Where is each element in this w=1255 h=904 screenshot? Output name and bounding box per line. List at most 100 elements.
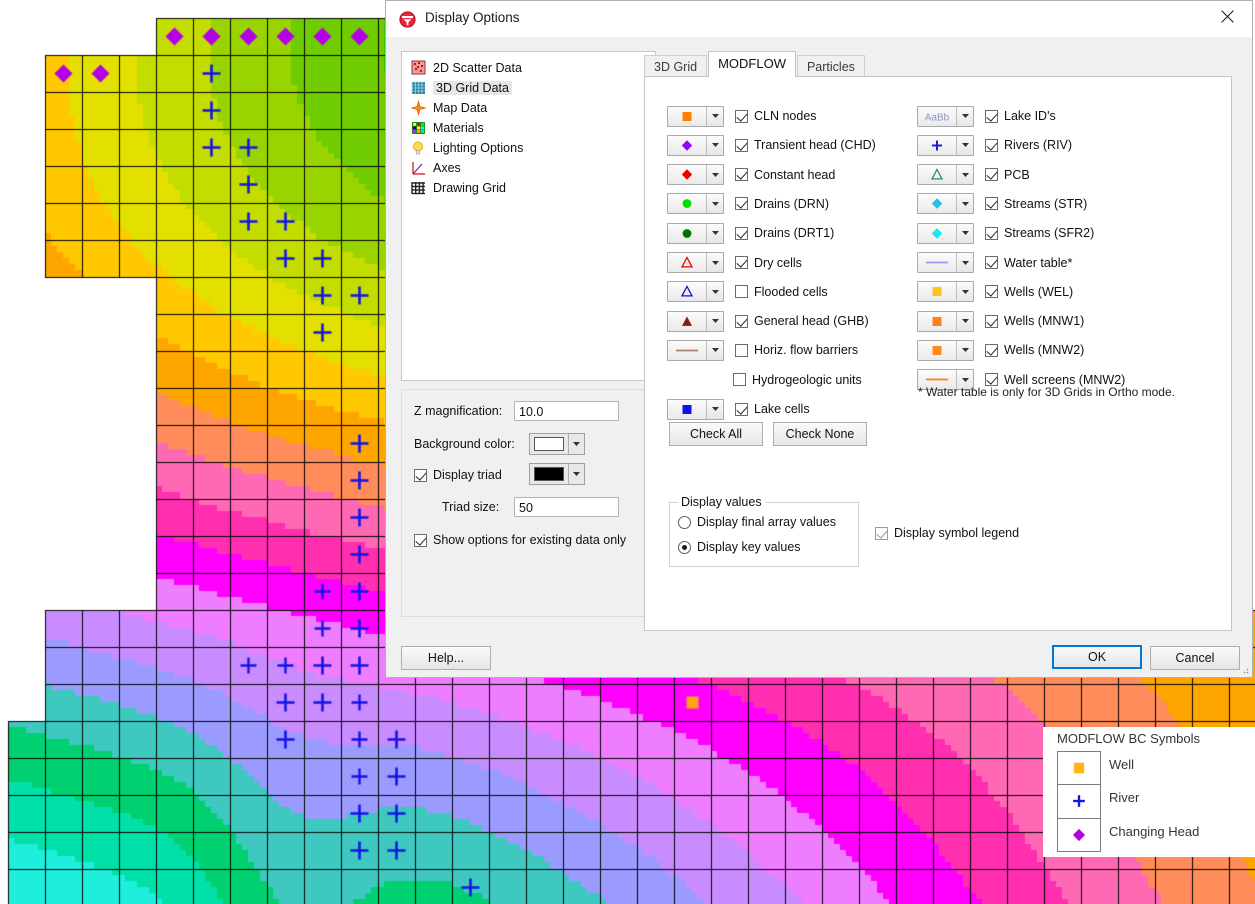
checkbox-box[interactable]	[735, 110, 748, 123]
chevron-down-icon[interactable]	[956, 194, 973, 213]
symbol-button-water-table[interactable]	[917, 252, 974, 273]
checkbox-box[interactable]	[985, 110, 998, 123]
chevron-down-icon[interactable]	[956, 282, 973, 301]
background-color-picker[interactable]	[529, 433, 585, 455]
symbol-button-horiz-flow-barriers[interactable]	[667, 340, 724, 361]
checkbox-dry-cells[interactable]: Dry cells	[735, 256, 802, 270]
symbol-button-dry-cells[interactable]	[667, 252, 724, 273]
display-key-values-radio[interactable]	[678, 541, 691, 554]
checkbox-box[interactable]	[985, 168, 998, 181]
sidebar-item-map-data[interactable]: Map Data	[402, 98, 655, 118]
checkbox-box[interactable]	[733, 373, 746, 386]
checkbox-lake-id-s[interactable]: Lake ID's	[985, 109, 1056, 123]
checkbox-wells-mnw1[interactable]: Wells (MNW1)	[985, 314, 1084, 328]
show-existing-data-checkbox[interactable]	[414, 534, 427, 547]
checkbox-box[interactable]	[985, 315, 998, 328]
checkbox-box[interactable]	[985, 139, 998, 152]
chevron-down-icon[interactable]	[568, 464, 584, 484]
checkbox-box[interactable]	[735, 139, 748, 152]
chevron-down-icon[interactable]	[706, 341, 723, 360]
chevron-down-icon[interactable]	[956, 341, 973, 360]
checkbox-transient-head-chd[interactable]: Transient head (CHD)	[735, 138, 876, 152]
symbol-button-flooded-cells[interactable]	[667, 281, 724, 302]
tab-strip[interactable]: 3D GridMODFLOWParticles	[644, 51, 866, 77]
checkbox-box[interactable]	[735, 227, 748, 240]
symbol-button-pcb[interactable]	[917, 164, 974, 185]
sidebar-item-axes[interactable]: Axes	[402, 158, 655, 178]
chevron-down-icon[interactable]	[706, 136, 723, 155]
checkbox-wells-mnw2[interactable]: Wells (MNW2)	[985, 343, 1084, 357]
sidebar-item-drawing-grid[interactable]: Drawing Grid	[402, 178, 655, 198]
symbol-button-cln-nodes[interactable]	[667, 106, 724, 127]
check-all-button[interactable]: Check All	[669, 422, 763, 446]
chevron-down-icon[interactable]	[706, 194, 723, 213]
checkbox-streams-sfr2[interactable]: Streams (SFR2)	[985, 226, 1094, 240]
symbol-button-streams-sfr2[interactable]	[917, 223, 974, 244]
data-tree-list[interactable]: 2D Scatter Data3D Grid DataMap DataMater…	[401, 51, 656, 381]
checkbox-box[interactable]	[735, 285, 748, 298]
checkbox-water-table[interactable]: Water table*	[985, 256, 1072, 270]
checkbox-lake-cells[interactable]: Lake cells	[735, 402, 810, 416]
checkbox-drains-drt1[interactable]: Drains (DRT1)	[735, 226, 834, 240]
chevron-down-icon[interactable]	[956, 253, 973, 272]
symbol-button-wells-wel[interactable]	[917, 281, 974, 302]
triad-color-picker[interactable]	[529, 463, 585, 485]
help-button[interactable]: Help...	[401, 646, 491, 670]
chevron-down-icon[interactable]	[956, 312, 973, 331]
chevron-down-icon[interactable]	[706, 312, 723, 331]
checkbox-constant-head[interactable]: Constant head	[735, 168, 835, 182]
close-icon[interactable]	[1206, 1, 1252, 32]
checkbox-drains-drn[interactable]: Drains (DRN)	[735, 197, 829, 211]
checkbox-hydrogeologic-units[interactable]: Hydrogeologic units	[733, 373, 862, 387]
display-symbol-legend-row[interactable]: Display symbol legend	[875, 526, 1019, 540]
chevron-down-icon[interactable]	[956, 107, 973, 126]
checkbox-box[interactable]	[735, 403, 748, 416]
symbol-button-lake-cells[interactable]	[667, 399, 724, 420]
checkbox-box[interactable]	[985, 227, 998, 240]
symbol-button-constant-head[interactable]	[667, 164, 724, 185]
sidebar-item-lighting-options[interactable]: Lighting Options	[402, 138, 655, 158]
symbol-button-drains-drt1[interactable]	[667, 223, 724, 244]
chevron-down-icon[interactable]	[706, 107, 723, 126]
display-final-array-radio[interactable]	[678, 516, 691, 529]
chevron-down-icon[interactable]	[568, 434, 584, 454]
symbol-button-general-head-ghb[interactable]	[667, 311, 724, 332]
cancel-button[interactable]: Cancel	[1150, 646, 1240, 670]
checkbox-box[interactable]	[985, 344, 998, 357]
tab-modflow[interactable]: MODFLOW	[708, 51, 796, 77]
ok-button[interactable]: OK	[1052, 645, 1142, 669]
sidebar-item-2d-scatter-data[interactable]: 2D Scatter Data	[402, 58, 655, 78]
checkbox-box[interactable]	[735, 315, 748, 328]
checkbox-box[interactable]	[735, 168, 748, 181]
show-existing-row[interactable]: Show options for existing data only	[414, 533, 626, 547]
display-symbol-legend-checkbox[interactable]	[875, 527, 888, 540]
symbol-button-wells-mnw1[interactable]	[917, 311, 974, 332]
symbol-button-streams-str[interactable]	[917, 193, 974, 214]
checkbox-box[interactable]	[985, 256, 998, 269]
check-none-button[interactable]: Check None	[773, 422, 867, 446]
display-triad-checkbox[interactable]	[414, 469, 427, 482]
checkbox-pcb[interactable]: PCB	[985, 168, 1030, 182]
checkbox-box[interactable]	[735, 344, 748, 357]
symbol-button-transient-head-chd[interactable]	[667, 135, 724, 156]
checkbox-box[interactable]	[735, 197, 748, 210]
sidebar-item-3d-grid-data[interactable]: 3D Grid Data	[402, 78, 655, 98]
symbol-button-lake-id-s[interactable]: AaBb	[917, 106, 974, 127]
radio-key-values-row[interactable]: Display key values	[678, 540, 801, 554]
chevron-down-icon[interactable]	[706, 282, 723, 301]
checkbox-box[interactable]	[735, 256, 748, 269]
tab-particles[interactable]: Particles	[797, 55, 865, 77]
checkbox-box[interactable]	[985, 285, 998, 298]
tab-3d-grid[interactable]: 3D Grid	[644, 55, 707, 77]
chevron-down-icon[interactable]	[956, 224, 973, 243]
chevron-down-icon[interactable]	[956, 165, 973, 184]
display-triad-row[interactable]: Display triad	[414, 468, 502, 482]
resize-grip-icon[interactable]	[1239, 664, 1249, 674]
symbol-button-drains-drn[interactable]	[667, 193, 724, 214]
checkbox-flooded-cells[interactable]: Flooded cells	[735, 285, 828, 299]
radio-final-array-row[interactable]: Display final array values	[678, 515, 836, 529]
z-magnification-input[interactable]: 10.0	[514, 401, 619, 421]
chevron-down-icon[interactable]	[706, 400, 723, 419]
checkbox-general-head-ghb[interactable]: General head (GHB)	[735, 314, 869, 328]
triad-size-input[interactable]: 50	[514, 497, 619, 517]
